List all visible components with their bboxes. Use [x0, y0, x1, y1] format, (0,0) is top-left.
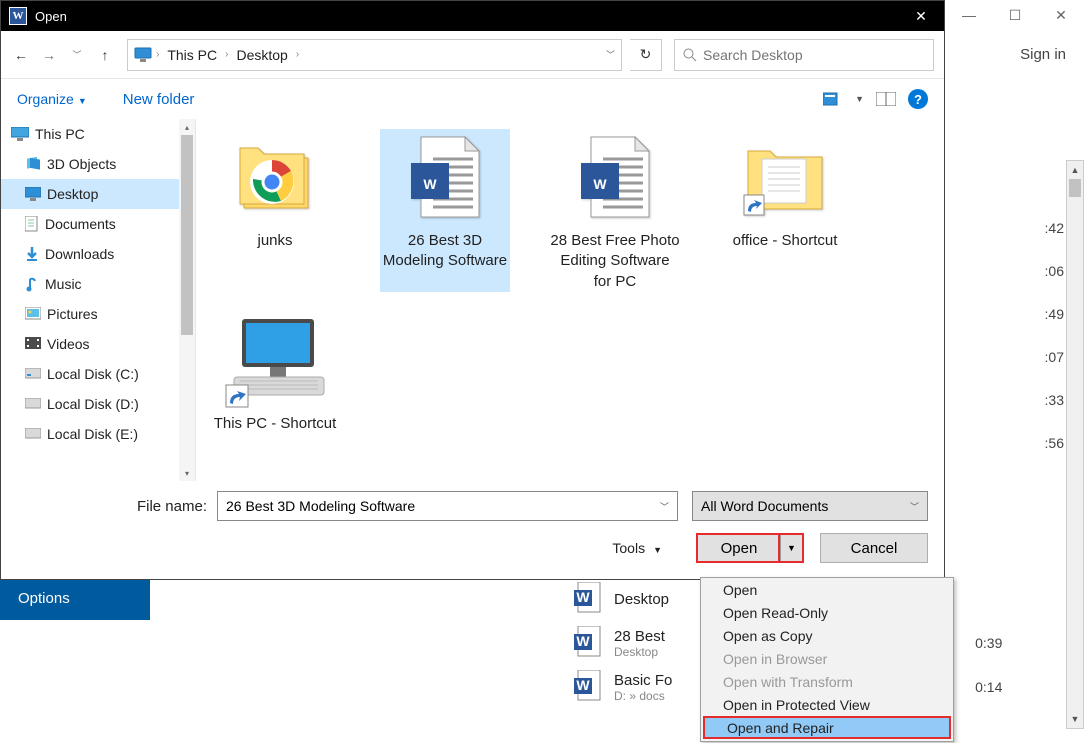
breadcrumb-bar[interactable]: › This PC › Desktop › ﹀ [127, 39, 622, 71]
svg-text:W: W [576, 677, 590, 693]
word-doc-icon: W [574, 582, 604, 616]
recent-docs-list: W Desktop W 28 Best Desktop 0:39 W Basic… [570, 580, 672, 712]
tree-local-disk-c[interactable]: Local Disk (C:) [1, 359, 195, 389]
open-button-label: Open [698, 540, 780, 557]
tree-videos[interactable]: Videos [1, 329, 195, 359]
word-doc-icon: W [550, 129, 680, 227]
address-bar-row: ← → ﹀ ↑ › This PC › Desktop › ﹀ ↻ [1, 31, 944, 79]
folder-shortcut-icon [720, 129, 850, 227]
cancel-button[interactable]: Cancel [820, 533, 928, 563]
svg-text:W: W [576, 589, 590, 605]
maximize-button[interactable]: ☐ [992, 0, 1038, 30]
search-input[interactable] [703, 47, 925, 63]
chevron-right-icon: › [225, 49, 228, 60]
menu-open[interactable]: Open [701, 578, 953, 601]
tools-menu[interactable]: Tools▼ [612, 540, 662, 557]
tree-scrollbar[interactable]: ▴▾ [179, 119, 195, 481]
tree-local-disk-d[interactable]: Local Disk (D:) [1, 389, 195, 419]
word-app-icon: W [9, 7, 27, 25]
view-mode-button[interactable] [823, 91, 843, 107]
file-label: junks [210, 231, 340, 251]
svg-text:W: W [593, 176, 607, 192]
minimize-button[interactable]: — [946, 0, 992, 30]
tree-desktop[interactable]: Desktop [1, 179, 195, 209]
bg-time-column: :42 :06 :49 :07 :33 :56 [1045, 220, 1064, 478]
breadcrumb-item[interactable]: This PC [167, 47, 217, 63]
new-folder-button[interactable]: New folder [123, 91, 195, 108]
menu-open-and-repair[interactable]: Open and Repair [703, 716, 951, 739]
recent-doc[interactable]: W Desktop [570, 580, 672, 618]
file-item-folder-shortcut[interactable]: office - Shortcut [720, 129, 850, 292]
file-item-word-doc[interactable]: W 28 Best Free Photo Editing Software fo… [550, 129, 680, 292]
search-box[interactable] [674, 39, 934, 71]
tree-pictures[interactable]: Pictures [1, 299, 195, 329]
up-button[interactable]: ↑ [91, 41, 119, 69]
file-name-combobox[interactable]: 26 Best 3D Modeling Software ﹀ [217, 491, 678, 521]
menu-open-as-copy[interactable]: Open as Copy [701, 624, 953, 647]
back-button[interactable]: ← [7, 41, 35, 69]
preview-pane-button[interactable] [876, 91, 896, 107]
svg-text:W: W [576, 633, 590, 649]
file-label: 28 Best Free Photo Editing Software for … [550, 231, 680, 292]
open-split-button[interactable]: Open ▼ [696, 533, 804, 563]
file-label: 26 Best 3D Modeling Software [380, 231, 510, 272]
svg-text:W: W [423, 176, 437, 192]
menu-open-with-transform: Open with Transform [701, 670, 953, 693]
folder-chrome-icon [210, 129, 340, 227]
file-label: office - Shortcut [720, 231, 850, 251]
tree-music[interactable]: Music [1, 269, 195, 299]
dialog-close-button[interactable]: ✕ [898, 1, 944, 31]
word-doc-icon: W [574, 626, 604, 660]
file-item-word-doc[interactable]: W 26 Best 3D Modeling Software [380, 129, 510, 292]
search-icon [683, 48, 697, 62]
menu-open-read-only[interactable]: Open Read-Only [701, 601, 953, 624]
parent-window-controls: — ☐ ✕ [946, 0, 1084, 30]
help-button[interactable]: ? [908, 89, 928, 109]
tree-3d-objects[interactable]: 3D Objects [1, 149, 195, 179]
organize-menu[interactable]: Organize▼ [17, 91, 87, 108]
monitor-icon [134, 47, 152, 63]
refresh-button[interactable]: ↻ [630, 39, 662, 71]
chevron-right-icon: › [296, 49, 299, 60]
tree-downloads[interactable]: Downloads [1, 239, 195, 269]
file-grid: junks W 26 Best 3D Modeling Software W 2… [196, 119, 944, 481]
view-dropdown[interactable]: ▼ [855, 94, 864, 104]
menu-open-in-browser: Open in Browser [701, 647, 953, 670]
file-name-label: File name: [17, 498, 217, 515]
forward-button[interactable]: → [35, 41, 63, 69]
dialog-toolbar: Organize▼ New folder ▼ ? [1, 79, 944, 119]
address-dropdown[interactable]: ﹀ [606, 48, 615, 61]
open-dropdown-arrow[interactable]: ▼ [780, 535, 802, 561]
file-label: This PC - Shortcut [210, 414, 340, 434]
document-scrollbar[interactable]: ▲▼ [1066, 160, 1084, 729]
recent-locations-dropdown[interactable]: ﹀ [63, 41, 91, 69]
chevron-down-icon[interactable]: ﹀ [660, 500, 669, 513]
options-nav-item[interactable]: Options [0, 580, 150, 620]
word-doc-icon: W [574, 670, 604, 704]
chevron-right-icon: › [156, 49, 159, 60]
tree-this-pc[interactable]: This PC [1, 119, 195, 149]
word-doc-icon: W [380, 129, 510, 227]
recent-doc[interactable]: W 28 Best Desktop 0:39 [570, 624, 672, 662]
tree-documents[interactable]: Documents [1, 209, 195, 239]
close-button[interactable]: ✕ [1038, 0, 1084, 30]
file-item-folder[interactable]: junks [210, 129, 340, 292]
sign-in-link[interactable]: Sign in [1020, 46, 1066, 63]
dialog-title: Open [35, 9, 67, 24]
open-mode-menu: Open Open Read-Only Open as Copy Open in… [700, 577, 954, 742]
pc-shortcut-icon [210, 312, 340, 410]
file-type-filter[interactable]: All Word Documents﹀ [692, 491, 928, 521]
breadcrumb-item[interactable]: Desktop [236, 47, 287, 63]
folder-tree: This PC 3D Objects Desktop Documents Dow… [1, 119, 196, 481]
dialog-footer: File name: 26 Best 3D Modeling Software ﹀… [1, 481, 944, 563]
menu-open-protected-view[interactable]: Open in Protected View [701, 693, 953, 716]
recent-doc[interactable]: W Basic FoD: » docs 0:14 [570, 668, 672, 706]
dialog-titlebar: W Open ✕ [1, 1, 944, 31]
open-file-dialog: W Open ✕ ← → ﹀ ↑ › This PC › Desktop › ﹀… [0, 0, 945, 580]
tree-local-disk-e[interactable]: Local Disk (E:) [1, 419, 195, 449]
file-name-value: 26 Best 3D Modeling Software [226, 498, 415, 514]
chevron-down-icon: ﹀ [910, 500, 919, 513]
file-item-pc-shortcut[interactable]: This PC - Shortcut [210, 312, 340, 434]
